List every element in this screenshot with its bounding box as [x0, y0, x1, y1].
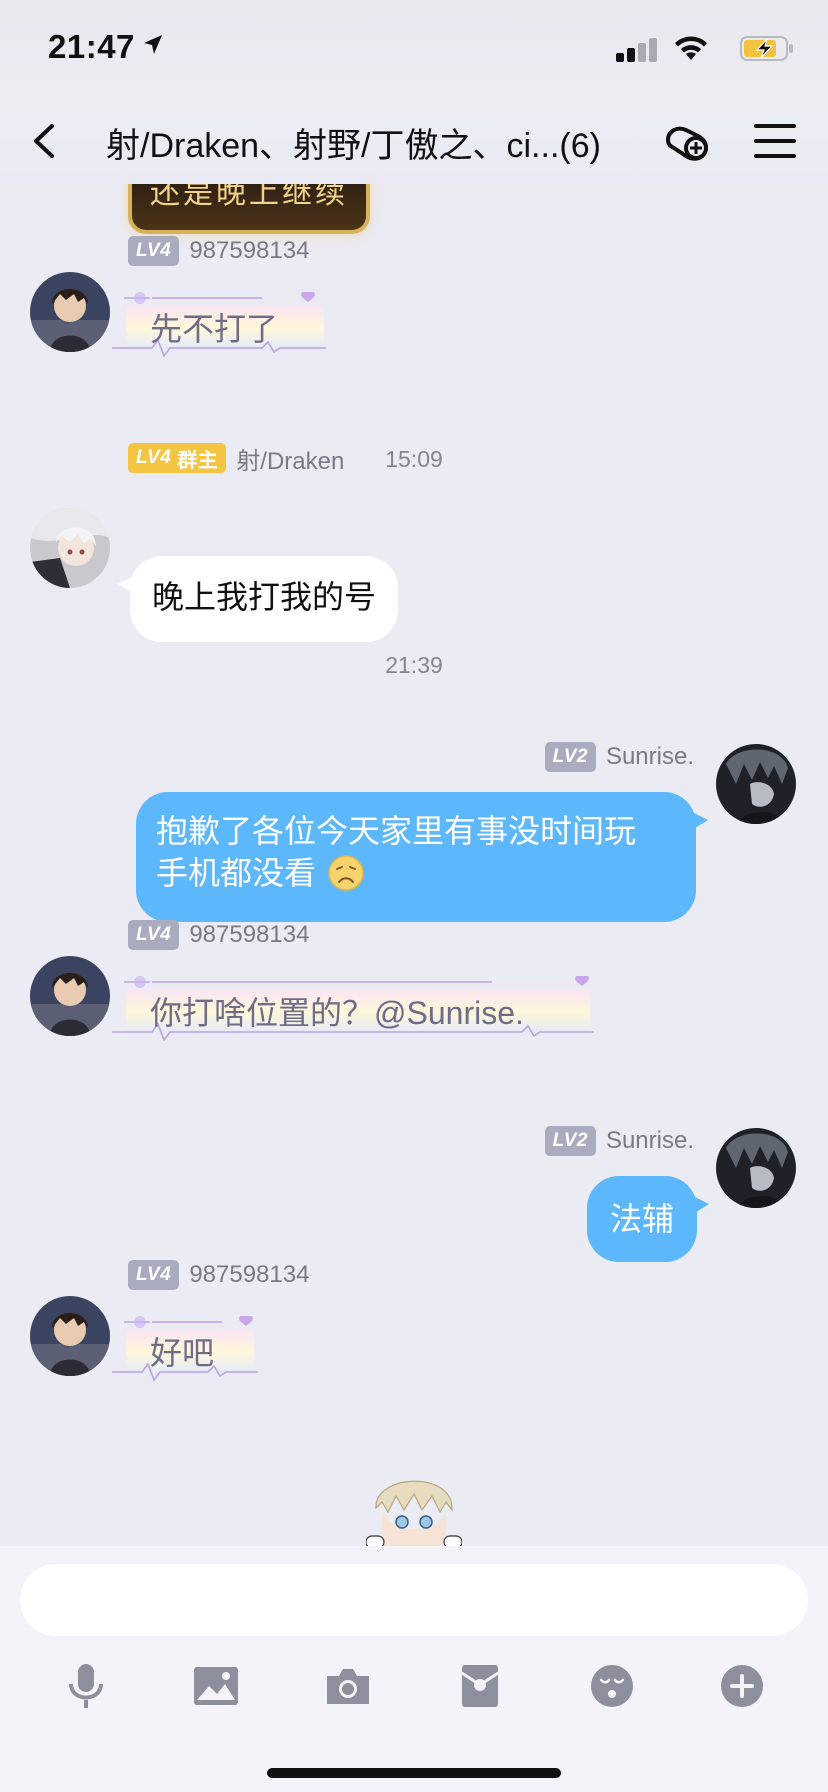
- message-text: 好吧: [150, 1335, 215, 1371]
- timestamp: 15:09: [385, 446, 443, 472]
- status-time-text: 21:47: [48, 28, 135, 65]
- message-text: 法辅: [609, 1201, 674, 1237]
- microphone-icon[interactable]: [56, 1656, 116, 1716]
- message-text: 你打啥位置的？@Sunrise.: [150, 988, 524, 1034]
- image-icon[interactable]: [186, 1656, 246, 1716]
- message-text-line-2: 手机都没看: [156, 852, 676, 894]
- sender-info: LV2 Sunrise.: [544, 740, 694, 774]
- sender-info: LV2 Sunrise.: [544, 1124, 694, 1158]
- role-text: 群主: [177, 449, 219, 472]
- fancy-bubble[interactable]: 好吧: [112, 1316, 262, 1386]
- mention-link[interactable]: @Sunrise.: [374, 995, 524, 1031]
- message-text-line-1: 抱歉了各位今天家里有事没时间玩: [156, 813, 637, 849]
- timestamp: 21:39: [385, 652, 443, 678]
- avatar[interactable]: [30, 1296, 110, 1376]
- avatar[interactable]: [30, 956, 110, 1036]
- level-badge: LV4: [128, 236, 180, 266]
- level-text: LV4: [136, 447, 172, 468]
- level-text: LV4: [136, 1264, 172, 1285]
- level-text: LV2: [552, 1130, 588, 1151]
- group-call-icon[interactable]: [662, 118, 714, 166]
- sender-name[interactable]: Sunrise.: [606, 743, 694, 771]
- wifi-icon: [675, 36, 707, 60]
- message-text: 先不打了: [150, 311, 279, 347]
- message-input[interactable]: [20, 1564, 808, 1636]
- avatar[interactable]: [30, 508, 110, 588]
- sender-name[interactable]: 987598134: [189, 1261, 309, 1289]
- chat-message-list[interactable]: 还是晚上继续 LV4 987598134 先不打了 15:09 LV4 群主 射…: [0, 184, 828, 1546]
- sender-name[interactable]: 987598134: [189, 921, 309, 949]
- input-area: [0, 1546, 828, 1792]
- message-bubble[interactable]: 抱歉了各位今天家里有事没时间玩 手机都没看: [136, 792, 708, 922]
- sticker-text: 还是晚上继续: [150, 184, 348, 211]
- fancy-bubble[interactable]: 你打啥位置的？@Sunrise.: [112, 976, 598, 1046]
- sender-name[interactable]: 射/Draken: [236, 441, 344, 476]
- chat-header: 射/Draken、射野/丁傲之、ci...(6): [0, 100, 828, 184]
- location-arrow-icon: [143, 35, 162, 54]
- fancy-bubble[interactable]: 先不打了: [112, 292, 332, 362]
- level-badge: LV4 群主: [128, 443, 227, 473]
- input-toolbar: [0, 1656, 828, 1726]
- level-badge: LV2: [544, 742, 596, 772]
- emoji-icon[interactable]: [582, 1656, 642, 1716]
- sender-info: LV4 987598134: [128, 234, 309, 268]
- peeking-character-icon[interactable]: [366, 1464, 462, 1546]
- level-badge: LV4: [128, 920, 180, 950]
- bubble-tail: [693, 1196, 709, 1214]
- message-bubble[interactable]: 法辅: [587, 1176, 709, 1262]
- sender-info: LV4 987598134: [128, 918, 309, 952]
- cellular-signal-icon: [616, 38, 657, 62]
- level-badge: LV4: [128, 1260, 180, 1290]
- sender-info: LV4 987598134: [128, 1258, 309, 1292]
- sad-emoji-icon: [328, 855, 364, 891]
- sender-info: LV4 群主 射/Draken: [128, 441, 344, 475]
- avatar[interactable]: [30, 272, 110, 352]
- message-text: 晚上我打我的号: [152, 579, 377, 615]
- bubble-tail: [118, 576, 134, 594]
- message-text-body: 你打啥位置的？: [150, 995, 375, 1031]
- message-text: 手机都没看: [156, 855, 317, 891]
- sender-name[interactable]: 987598134: [189, 237, 309, 265]
- back-arrow-icon[interactable]: [26, 118, 66, 164]
- red-packet-icon[interactable]: [450, 1656, 510, 1716]
- bubble-tail: [692, 812, 708, 830]
- level-text: LV2: [552, 746, 588, 767]
- chat-title[interactable]: 射/Draken、射野/丁傲之、ci...(6): [106, 118, 646, 167]
- battery-charging-icon: [740, 36, 793, 61]
- avatar[interactable]: [716, 1128, 796, 1208]
- message-bubble[interactable]: 晚上我打我的号: [118, 556, 399, 642]
- home-indicator[interactable]: [267, 1768, 561, 1778]
- camera-icon[interactable]: [318, 1656, 378, 1716]
- level-text: LV4: [136, 924, 172, 945]
- level-text: LV4: [136, 240, 172, 261]
- avatar[interactable]: [716, 744, 796, 824]
- status-bar: 21:47: [0, 0, 828, 100]
- sender-name[interactable]: Sunrise.: [606, 1127, 694, 1155]
- sticker-message[interactable]: 还是晚上继续: [128, 184, 370, 234]
- plus-icon[interactable]: [712, 1656, 772, 1716]
- level-badge: LV2: [544, 1126, 596, 1156]
- status-time: 21:47: [48, 28, 162, 66]
- menu-icon[interactable]: [752, 120, 798, 162]
